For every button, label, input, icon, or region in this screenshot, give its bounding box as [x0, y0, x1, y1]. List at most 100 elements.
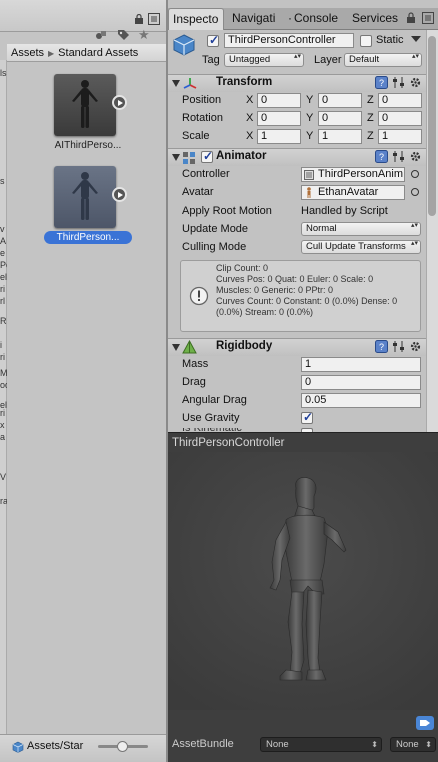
layer-label: Layer — [314, 54, 342, 66]
avatar-label: Avatar — [182, 186, 214, 198]
mass-field[interactable]: 1 — [301, 357, 421, 372]
hierarchy-item-cutoff[interactable]: Pe — [0, 260, 7, 271]
axis-z-label: Z — [367, 112, 374, 124]
hierarchy-item-cutoff[interactable]: v — [0, 224, 7, 235]
assetbundle-dropdown[interactable]: None — [260, 737, 382, 752]
use-gravity-checkbox[interactable] — [301, 410, 313, 424]
hierarchy-item-cutoff[interactable]: x — [0, 420, 7, 431]
culling-mode-dropdown[interactable]: Cull Update Transforms — [301, 240, 421, 254]
position-z-field[interactable]: 0 — [378, 93, 422, 108]
tab-navigation[interactable]: Navigati — [228, 8, 282, 30]
tag-dropdown[interactable]: Untagged — [224, 53, 304, 67]
hierarchy-item-cutoff[interactable]: A — [0, 236, 7, 247]
object-picker-icon[interactable] — [411, 188, 419, 196]
gameobject-active-checkbox[interactable] — [207, 33, 219, 47]
menu-icon[interactable] — [148, 13, 160, 25]
hierarchy-item-cutoff[interactable]: a — [0, 432, 7, 443]
hierarchy-item-cutoff[interactable]: el — [0, 272, 7, 283]
gear-icon[interactable] — [409, 76, 422, 89]
hierarchy-item-cutoff[interactable]: ls — [0, 68, 7, 79]
avatar-figure-icon — [304, 187, 314, 198]
hierarchy-item-cutoff[interactable]: ri — [0, 284, 7, 295]
apply-root-motion-value: Handled by Script — [301, 205, 388, 217]
preset-sliders-icon[interactable] — [392, 340, 405, 353]
animator-enabled-checkbox[interactable] — [201, 149, 213, 163]
hierarchy-item-cutoff[interactable]: M — [0, 368, 7, 379]
animator-info-box: Clip Count: 0 Curves Pos: 0 Quat: 0 Eule… — [180, 260, 421, 332]
menu-icon[interactable] — [422, 12, 434, 24]
hierarchy-item-cutoff[interactable]: od — [0, 380, 7, 391]
static-label: Static — [376, 34, 404, 46]
object-picker-icon[interactable] — [411, 170, 419, 178]
tab-console[interactable]: Console — [290, 8, 344, 30]
filter-by-label-icon[interactable] — [116, 28, 130, 42]
asset-item-selected[interactable]: ThirdPerson... — [44, 162, 132, 246]
breadcrumb-assets[interactable]: Assets — [11, 47, 44, 59]
foldout-arrow-icon[interactable] — [172, 344, 180, 351]
label-tag-icon[interactable] — [416, 716, 434, 730]
gear-icon[interactable] — [409, 340, 422, 353]
lock-icon[interactable] — [134, 13, 144, 24]
breadcrumb-standard-assets[interactable]: Standard Assets — [58, 47, 138, 59]
preview-header[interactable]: ThirdPersonController — [168, 432, 438, 452]
inspector-panel: ThirdPersonController Static Tag Untagge… — [168, 30, 426, 432]
character-model-preview — [168, 452, 438, 710]
angular-drag-field[interactable]: 0.05 — [301, 393, 421, 408]
rotation-z-field[interactable]: 0 — [378, 111, 422, 126]
selected-asset-path: Assets/Star — [27, 740, 84, 752]
controller-field[interactable]: ThirdPersonAnim — [301, 167, 405, 182]
culling-mode-label: Culling Mode — [182, 241, 247, 253]
preview-viewport[interactable] — [168, 452, 438, 710]
hierarchy-item-cutoff[interactable]: R — [0, 316, 7, 327]
assetbundle-label: AssetBundle — [172, 738, 234, 750]
asset-item[interactable]: AIThirdPerso... — [44, 70, 132, 154]
filter-by-type-icon[interactable] — [94, 28, 108, 42]
help-book-icon[interactable]: ? — [375, 150, 388, 163]
drag-field[interactable]: 0 — [301, 375, 421, 390]
gear-icon[interactable] — [409, 150, 422, 163]
hierarchy-item-cutoff[interactable]: ri — [0, 408, 7, 419]
tab-services[interactable]: Services — [348, 8, 404, 30]
lock-icon[interactable] — [406, 12, 416, 24]
thumbnail-size-slider-knob[interactable] — [117, 741, 128, 752]
layer-dropdown[interactable]: Default — [344, 53, 422, 67]
gameobject-name-field[interactable]: ThirdPersonController — [224, 33, 354, 48]
update-mode-dropdown[interactable]: Normal — [301, 222, 421, 236]
prefab-cube-icon — [12, 741, 24, 753]
rotation-y-field[interactable]: 0 — [318, 111, 362, 126]
play-preview-icon[interactable] — [112, 187, 127, 202]
tab-inspector[interactable]: Inspecto — [168, 8, 224, 30]
preset-sliders-icon[interactable] — [392, 150, 405, 163]
hierarchy-item-cutoff[interactable]: i — [0, 340, 7, 351]
position-y-field[interactable]: 0 — [318, 93, 362, 108]
axis-x-label: X — [246, 112, 254, 124]
play-preview-icon[interactable] — [112, 95, 127, 110]
avatar-field[interactable]: EthanAvatar — [301, 185, 405, 200]
hierarchy-item-cutoff[interactable]: ra — [0, 496, 7, 507]
hierarchy-item-cutoff[interactable]: rl — [0, 296, 7, 307]
foldout-arrow-icon[interactable] — [172, 80, 180, 87]
update-mode-label: Update Mode — [182, 223, 249, 235]
scale-y-field[interactable]: 1 — [318, 129, 362, 144]
hierarchy-item-cutoff[interactable]: ri — [0, 352, 7, 363]
favorites-star-icon[interactable]: ★ — [138, 27, 152, 42]
static-checkbox[interactable] — [360, 35, 372, 47]
foldout-arrow-icon[interactable] — [172, 154, 180, 161]
help-book-icon[interactable]: ? — [375, 76, 388, 89]
hierarchy-item-cutoff[interactable]: V — [0, 472, 7, 483]
hierarchy-item-cutoff[interactable]: e — [0, 248, 7, 259]
rotation-x-field[interactable]: 0 — [257, 111, 301, 126]
static-dropdown-icon[interactable] — [411, 36, 421, 42]
rotation-label: Rotation — [182, 112, 223, 124]
animator-title: Animator — [216, 150, 267, 162]
inspector-scrollbar-thumb[interactable] — [428, 36, 436, 216]
assetbundle-variant-dropdown[interactable]: None — [390, 737, 436, 752]
rigidbody-icon — [182, 339, 197, 354]
help-book-icon[interactable]: ? — [375, 340, 388, 353]
position-x-field[interactable]: 0 — [257, 93, 301, 108]
scale-x-field[interactable]: 1 — [257, 129, 301, 144]
hierarchy-item-cutoff[interactable]: s — [0, 176, 7, 187]
scale-z-field[interactable]: 1 — [378, 129, 422, 144]
preset-sliders-icon[interactable] — [392, 76, 405, 89]
project-pane: ★ Assets▶Standard Assets lssvAePeelrirlR… — [0, 0, 166, 762]
